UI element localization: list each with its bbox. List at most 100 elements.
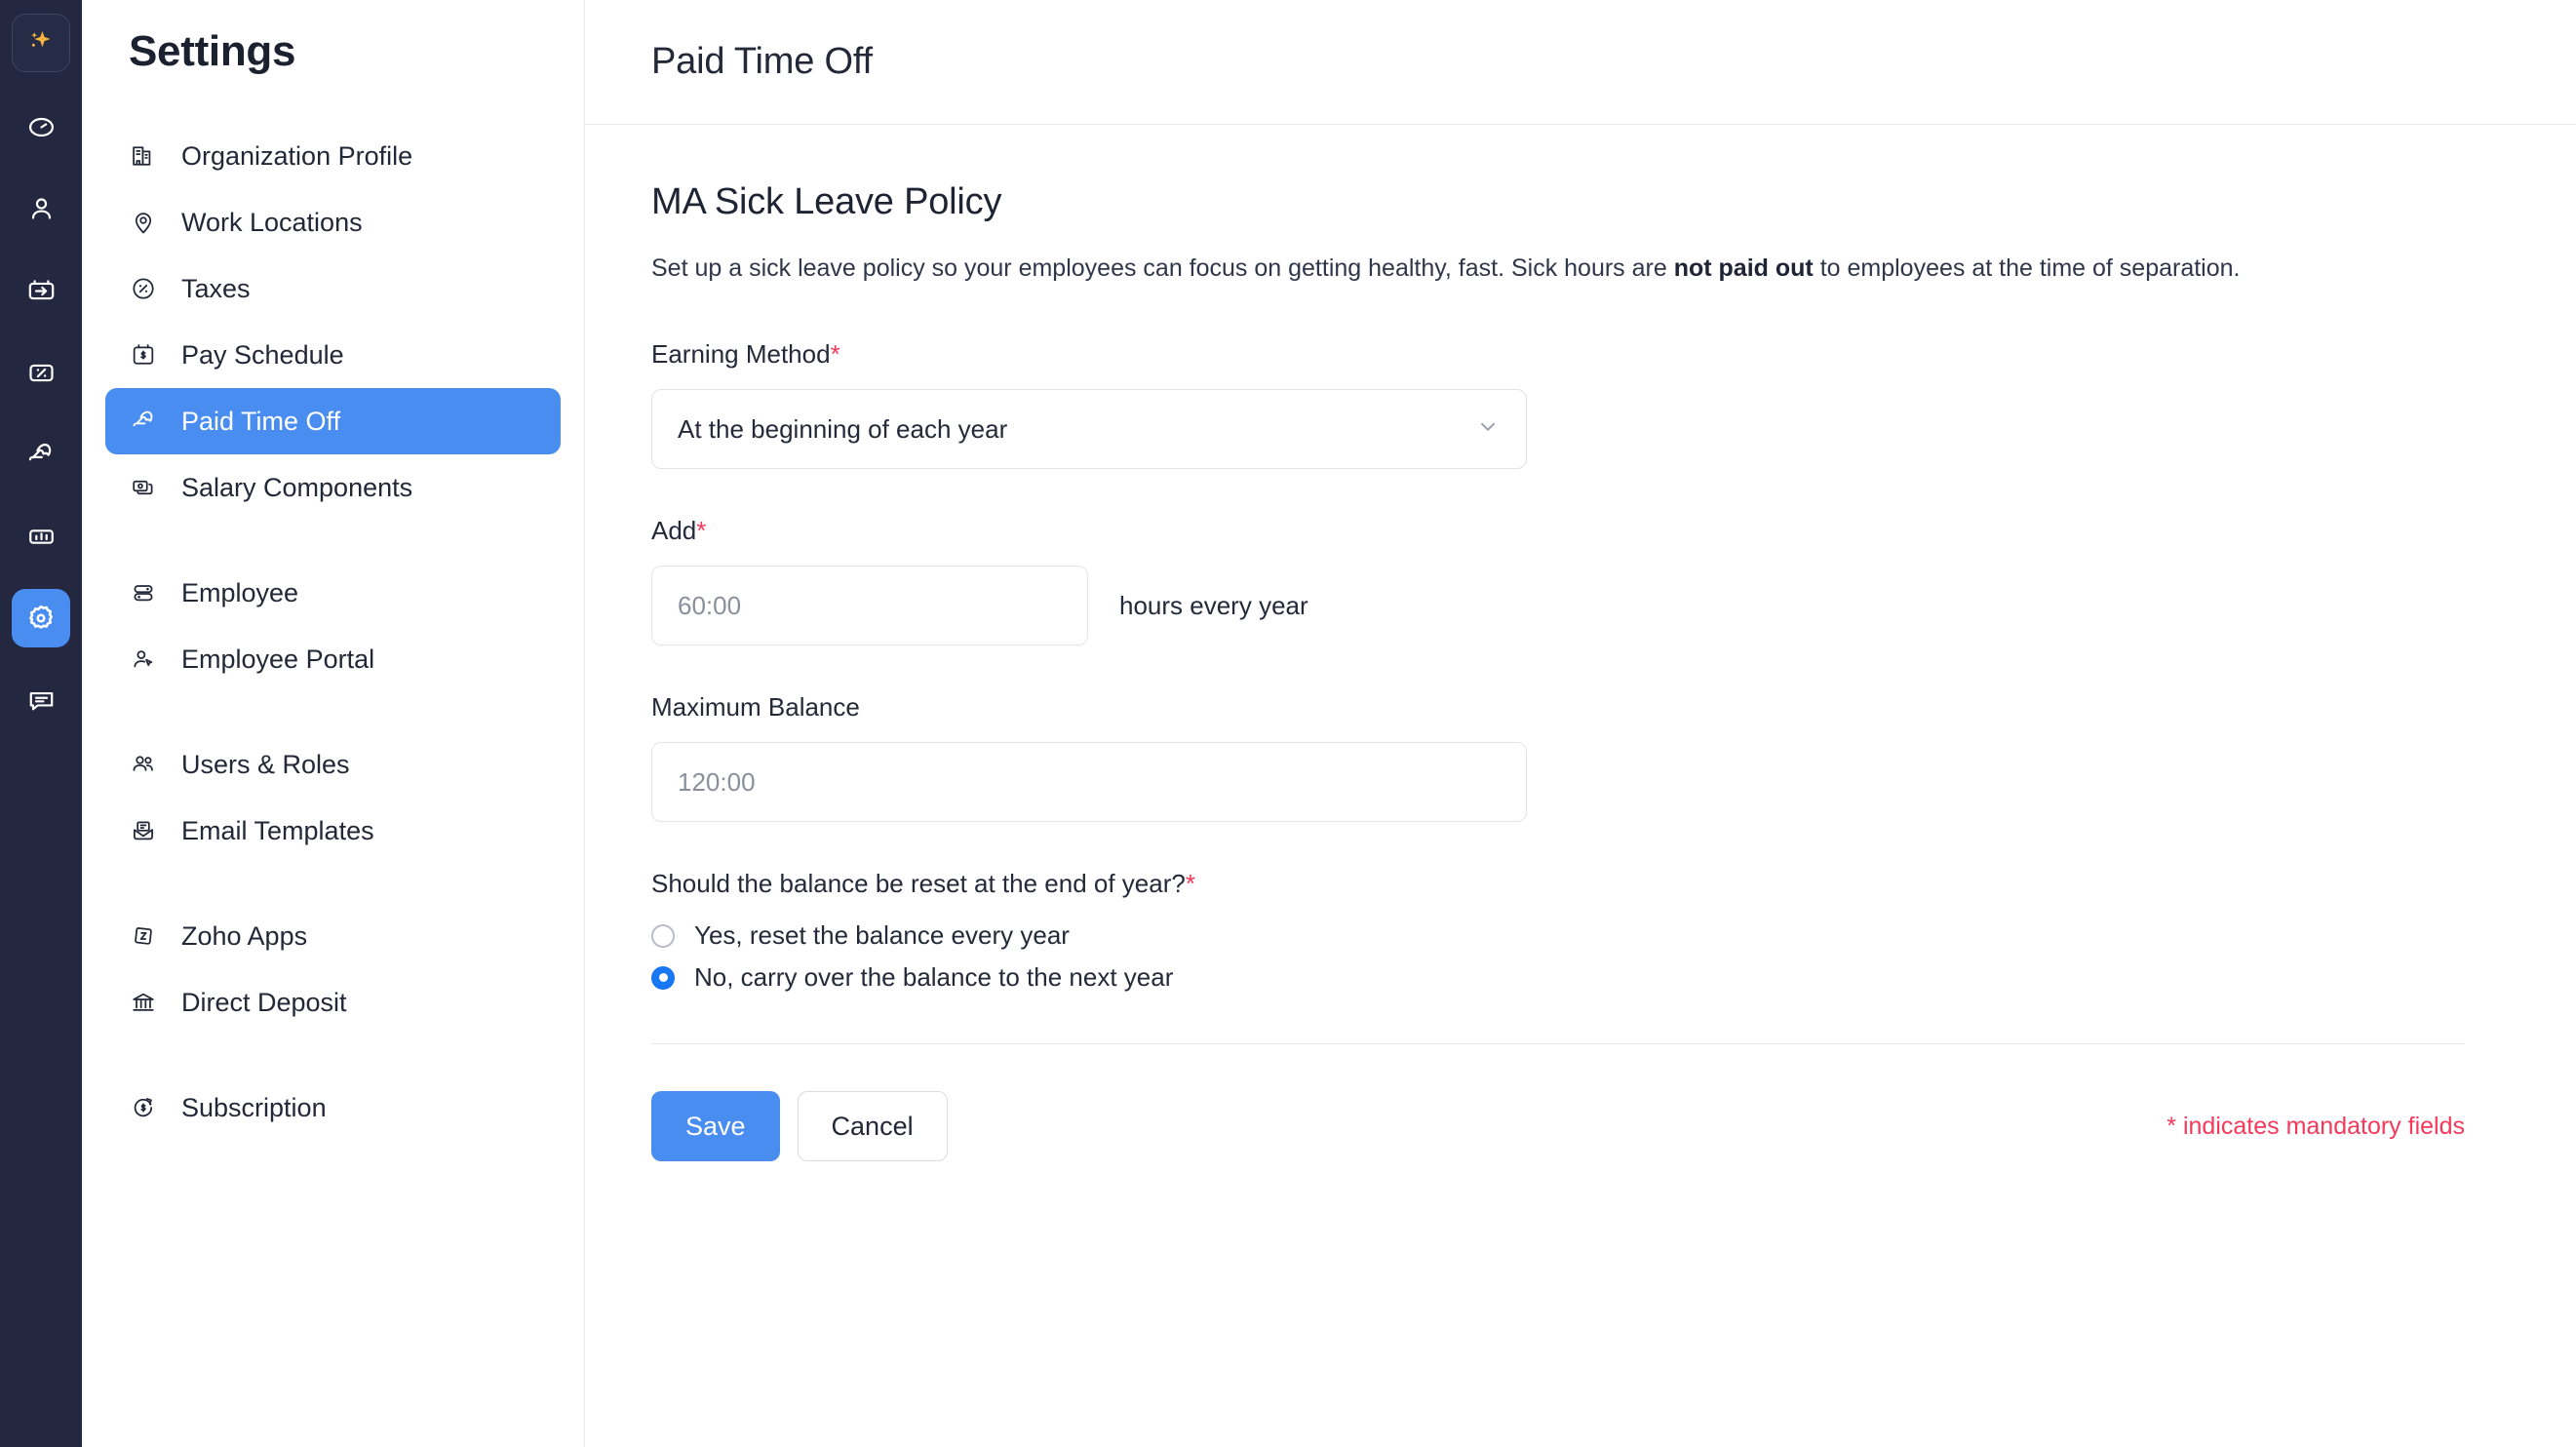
sparkle-icon — [24, 26, 58, 59]
nav-group-spacer — [105, 864, 561, 903]
chat-icon-button[interactable] — [12, 671, 70, 729]
maximum-balance-label: Maximum Balance — [651, 692, 860, 722]
add-hours-label: Add* — [651, 516, 2510, 546]
sidebar-nav-list: Organization Profile Work Locations Taxe… — [82, 123, 584, 1141]
page-header: Paid Time Off — [585, 0, 2576, 125]
cards-stack-icon — [127, 471, 160, 504]
section-description: Set up a sick leave policy so your emplo… — [651, 251, 2465, 287]
add-hours-label-text: Add — [651, 516, 697, 545]
nav-group-spacer — [105, 1036, 561, 1075]
radio-option-no[interactable]: No, carry over the balance to the next y… — [651, 962, 2510, 993]
save-button[interactable]: Save — [651, 1091, 780, 1161]
description-part-2: to employees at the time of separation. — [1813, 254, 2241, 282]
earning-method-value: At the beginning of each year — [678, 413, 1008, 444]
sidebar-item-label: Organization Profile — [181, 140, 413, 171]
chevron-down-icon — [1475, 414, 1501, 445]
sidebar-item-label: Employee — [181, 577, 299, 607]
percent-card-icon-button[interactable] — [12, 343, 70, 402]
sidebar-item-users-roles[interactable]: Users & Roles — [105, 731, 561, 798]
settings-sidebar: Settings Organization Profile Work Locat… — [82, 0, 585, 1447]
sidebar-item-employee-portal[interactable]: Employee Portal — [105, 626, 561, 692]
sidebar-item-organization-profile[interactable]: Organization Profile — [105, 123, 561, 189]
form-actions: Save Cancel * indicates mandatory fields — [651, 1091, 2465, 1161]
earning-method-field: Earning Method* At the beginning of each… — [651, 339, 2510, 469]
sidebar-item-employee[interactable]: Employee — [105, 560, 561, 626]
main-content: Paid Time Off MA Sick Leave Policy Set u… — [585, 0, 2576, 1447]
zoho-z-icon — [127, 919, 160, 953]
add-hours-row: 60:00 hours every year — [651, 566, 2510, 645]
sidebar-item-paid-time-off[interactable]: Paid Time Off — [105, 388, 561, 454]
gear-icon-button[interactable] — [12, 589, 70, 647]
sidebar-item-subscription[interactable]: Subscription — [105, 1075, 561, 1141]
nav-group-spacer — [105, 521, 561, 560]
calendar-dollar-icon — [127, 338, 160, 372]
earning-method-label-text: Earning Method — [651, 339, 831, 369]
sidebar-item-label: Work Locations — [181, 207, 363, 237]
card-arrow-icon-button[interactable] — [12, 261, 70, 320]
sidebar-item-email-templates[interactable]: Email Templates — [105, 798, 561, 864]
chat-icon — [25, 684, 58, 717]
sidebar-item-label: Users & Roles — [181, 749, 350, 779]
gear-icon — [24, 602, 58, 635]
refresh-dollar-icon — [127, 1091, 160, 1124]
required-marker: * — [1185, 869, 1195, 898]
description-part-1: Set up a sick leave policy so your emplo… — [651, 254, 1674, 282]
add-hours-suffix: hours every year — [1119, 590, 1308, 620]
add-hours-input[interactable]: 60:00 — [651, 566, 1088, 645]
bar-chart-icon — [25, 521, 58, 553]
sidebar-item-pay-schedule[interactable]: Pay Schedule — [105, 322, 561, 388]
maximum-balance-field: Maximum Balance 120:00 — [651, 692, 2510, 822]
sparkle-icon-button[interactable] — [12, 14, 70, 72]
map-pin-icon — [127, 206, 160, 239]
required-marker: * — [696, 516, 707, 545]
sidebar-item-label: Salary Components — [181, 472, 413, 502]
building-icon — [127, 139, 160, 173]
radio-option-label: Yes, reset the balance every year — [694, 920, 1070, 950]
envelope-icon — [127, 814, 160, 847]
sidebar-item-label: Zoho Apps — [181, 920, 308, 951]
reset-balance-field: Should the balance be reset at the end o… — [651, 869, 2510, 993]
toggle-rows-icon — [127, 576, 160, 609]
beach-umbrella-icon — [127, 405, 160, 438]
left-icon-rail — [0, 0, 82, 1447]
sidebar-item-taxes[interactable]: Taxes — [105, 255, 561, 322]
sidebar-item-zoho-apps[interactable]: Zoho Apps — [105, 903, 561, 969]
percent-circle-icon — [127, 272, 160, 305]
earning-method-label: Earning Method* — [651, 339, 2510, 370]
sidebar-item-label: Taxes — [181, 273, 251, 303]
radio-option-label: No, carry over the balance to the next y… — [694, 962, 1174, 992]
cancel-button[interactable]: Cancel — [797, 1091, 948, 1161]
radio-icon-unchecked[interactable] — [651, 923, 675, 948]
reset-balance-radio-group: Yes, reset the balance every year No, ca… — [651, 920, 2510, 993]
sidebar-item-label: Employee Portal — [181, 644, 375, 674]
add-hours-field: Add* 60:00 hours every year — [651, 516, 2510, 645]
clock-icon — [25, 111, 58, 143]
reset-balance-label: Should the balance be reset at the end o… — [651, 869, 2510, 899]
maximum-balance-input[interactable]: 120:00 — [651, 742, 1527, 822]
radio-icon-checked[interactable] — [651, 965, 675, 990]
sidebar-item-salary-components[interactable]: Salary Components — [105, 454, 561, 521]
sidebar-item-label: Pay Schedule — [181, 339, 344, 370]
umbrella-icon — [24, 438, 58, 471]
form-divider — [651, 1043, 2465, 1044]
radio-option-yes[interactable]: Yes, reset the balance every year — [651, 920, 2510, 951]
sidebar-item-label: Subscription — [181, 1092, 327, 1122]
reset-balance-label-text: Should the balance be reset at the end o… — [651, 869, 1186, 898]
sidebar-item-work-locations[interactable]: Work Locations — [105, 189, 561, 255]
sidebar-item-label: Direct Deposit — [181, 987, 347, 1017]
person-icon-button[interactable] — [12, 179, 70, 238]
app-root: Settings Organization Profile Work Locat… — [0, 0, 2576, 1447]
percent-card-icon — [25, 357, 58, 389]
sidebar-item-label: Paid Time Off — [181, 406, 341, 436]
bank-icon — [127, 986, 160, 1019]
umbrella-icon-button[interactable] — [12, 425, 70, 484]
clock-icon-button[interactable] — [12, 98, 70, 156]
description-bold: not paid out — [1673, 254, 1814, 282]
required-marker: * — [830, 339, 840, 369]
sidebar-item-label: Email Templates — [181, 815, 374, 845]
action-button-group: Save Cancel — [651, 1091, 948, 1161]
bar-chart-icon-button[interactable] — [12, 507, 70, 566]
earning-method-select[interactable]: At the beginning of each year — [651, 389, 1527, 469]
sidebar-item-direct-deposit[interactable]: Direct Deposit — [105, 969, 561, 1036]
page-title: Paid Time Off — [651, 41, 873, 82]
